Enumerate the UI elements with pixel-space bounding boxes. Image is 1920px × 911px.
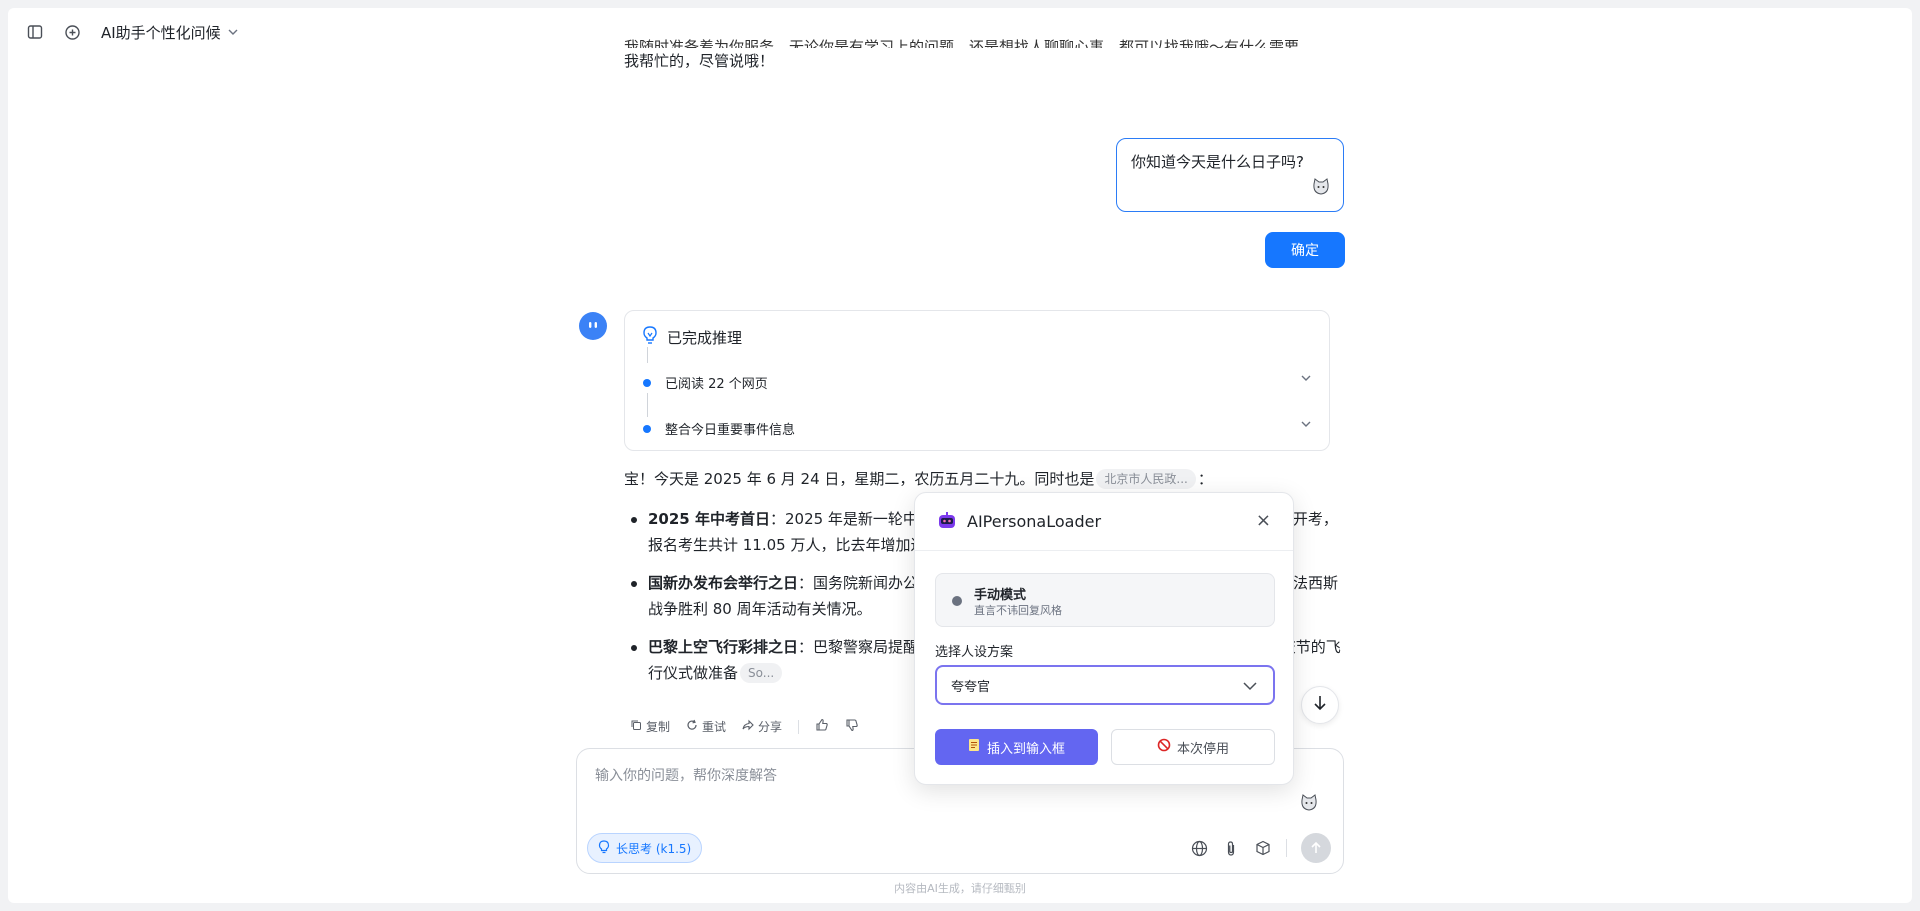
thumbs-down-button[interactable] bbox=[845, 718, 859, 735]
copy-label: 复制 bbox=[646, 720, 671, 734]
copy-button[interactable]: 复制 bbox=[630, 718, 670, 735]
answer-intro-text: 宝！今天是 2025 年 6 月 24 日，星期二，农历五月二十九。同时也是 bbox=[624, 470, 1095, 488]
popup-title: AIPersonaLoader bbox=[967, 512, 1102, 531]
persona-select-value: 夸夸官 bbox=[951, 679, 991, 695]
retry-label: 重试 bbox=[702, 720, 727, 734]
chevron-down-icon bbox=[1299, 417, 1313, 435]
share-icon bbox=[742, 719, 754, 734]
robot-logo-icon bbox=[937, 511, 957, 535]
confirm-button[interactable]: 确定 bbox=[1265, 232, 1345, 268]
copy-icon bbox=[630, 719, 642, 734]
reasoning-title: 已完成推理 bbox=[667, 328, 743, 347]
disable-once-button[interactable]: 本次停用 bbox=[1111, 729, 1275, 765]
cat-icon[interactable] bbox=[1311, 177, 1331, 201]
thumbs-up-button[interactable] bbox=[815, 718, 829, 735]
message-actions: 复制 重试 分享 bbox=[630, 718, 859, 735]
popup-header: AIPersonaLoader × bbox=[915, 493, 1293, 551]
reasoning-header: 已完成推理 bbox=[641, 325, 742, 349]
scroll-to-bottom-button[interactable] bbox=[1301, 686, 1339, 724]
prohibited-icon bbox=[1157, 738, 1171, 756]
citation-chip[interactable]: So... bbox=[740, 663, 783, 683]
lightbulb-icon bbox=[598, 839, 610, 857]
reasoning-card: 已完成推理 已阅读 22 个网页 整合今日重要事件信息 bbox=[624, 310, 1330, 451]
persona-select-label: 选择人设方案 bbox=[935, 645, 1014, 660]
arrow-up-icon bbox=[1311, 841, 1321, 853]
divider bbox=[798, 719, 800, 734]
send-button[interactable] bbox=[1301, 833, 1331, 863]
arrow-down-icon bbox=[1312, 694, 1328, 716]
step-connector bbox=[647, 393, 648, 417]
previous-message-line: 我帮忙的，尽管说哦！ bbox=[624, 52, 775, 70]
list-item-head: 巴黎上空飞行彩排之日 bbox=[648, 638, 799, 656]
lightbulb-icon bbox=[641, 325, 659, 349]
reasoning-step-label: 整合今日重要事件信息 bbox=[665, 423, 796, 438]
chat-title-dropdown[interactable]: AI助手个性化问候 bbox=[101, 22, 239, 43]
persona-select[interactable]: 夸夸官 bbox=[935, 665, 1275, 705]
app-window: AI助手个性化问候 我随时准备着为你服务，无论你是有学习上的问题，还是想找人聊聊… bbox=[8, 8, 1912, 903]
previous-message-cutoff: 我随时准备着为你服务，无论你是有学习上的问题，还是想找人聊聊心事，都可以找我哦～… bbox=[624, 38, 1300, 48]
cube-icon[interactable] bbox=[1254, 839, 1272, 857]
step-dot bbox=[643, 424, 651, 433]
persona-loader-popup: AIPersonaLoader × 手动模式 直言不讳回复风格 选择人设方案 夸… bbox=[914, 492, 1294, 785]
share-label: 分享 bbox=[758, 720, 783, 734]
cat-icon[interactable] bbox=[1299, 793, 1319, 817]
status-dot bbox=[952, 596, 962, 606]
previous-message: 我随时准备着为你服务，无论你是有学习上的问题，还是想找人聊聊心事，都可以找我哦～… bbox=[624, 38, 1344, 74]
mode-indicator[interactable]: 手动模式 直言不讳回复风格 bbox=[935, 573, 1275, 627]
citation-chip[interactable]: 北京市人民政... bbox=[1096, 469, 1196, 489]
step-dot bbox=[643, 378, 651, 387]
insert-label: 插入到输入框 bbox=[986, 741, 1065, 757]
long-think-toggle[interactable]: 长思考 (k1.5) bbox=[587, 833, 703, 863]
share-button[interactable]: 分享 bbox=[742, 718, 782, 735]
retry-button[interactable]: 重试 bbox=[686, 718, 726, 735]
thumbs-up-icon bbox=[815, 718, 829, 735]
chevron-down-icon bbox=[1299, 371, 1313, 389]
new-chat-icon[interactable] bbox=[62, 22, 82, 42]
disclaimer: 内容由AI生成，请仔细甄别 bbox=[894, 882, 1026, 895]
user-message-editor[interactable]: 你知道今天是什么日子吗? bbox=[1116, 138, 1344, 212]
disable-label: 本次停用 bbox=[1176, 741, 1229, 757]
user-message-text: 你知道今天是什么日子吗? bbox=[1131, 153, 1304, 171]
close-icon[interactable]: × bbox=[1256, 512, 1271, 530]
sidebar-toggle-icon[interactable] bbox=[25, 22, 45, 42]
divider bbox=[1286, 839, 1287, 857]
answer-intro-end: ： bbox=[1197, 470, 1213, 488]
reasoning-step-label: 已阅读 22 个网页 bbox=[665, 377, 768, 392]
paperclip-icon[interactable] bbox=[1222, 839, 1240, 857]
answer-intro: 宝！今天是 2025 年 6 月 24 日，星期二，农历五月二十九。同时也是 北京… bbox=[624, 466, 1344, 492]
mode-subtitle: 直言不讳回复风格 bbox=[974, 604, 1062, 617]
refresh-icon bbox=[686, 719, 698, 734]
assistant-avatar bbox=[579, 312, 607, 340]
memo-icon bbox=[968, 738, 981, 756]
chevron-down-icon bbox=[1241, 677, 1259, 699]
chat-title: AI助手个性化问候 bbox=[101, 24, 221, 42]
reasoning-step[interactable]: 已阅读 22 个网页 bbox=[641, 373, 1313, 392]
chevron-down-icon bbox=[227, 24, 239, 42]
composer-input[interactable]: 输入你的问题，帮你深度解答 bbox=[595, 765, 777, 785]
long-think-label: 长思考 (k1.5) bbox=[616, 841, 692, 856]
globe-icon[interactable] bbox=[1190, 839, 1208, 857]
thumbs-down-icon bbox=[845, 718, 859, 735]
mode-title: 手动模式 bbox=[974, 588, 1027, 603]
insert-to-input-button[interactable]: 插入到输入框 bbox=[935, 729, 1098, 765]
step-connector bbox=[647, 347, 648, 363]
list-item-head: 国新办发布会举行之日 bbox=[648, 574, 799, 592]
composer-tools bbox=[1190, 833, 1331, 863]
list-item-head: 2025 年中考首日 bbox=[648, 510, 770, 528]
reasoning-step[interactable]: 整合今日重要事件信息 bbox=[641, 419, 1313, 438]
